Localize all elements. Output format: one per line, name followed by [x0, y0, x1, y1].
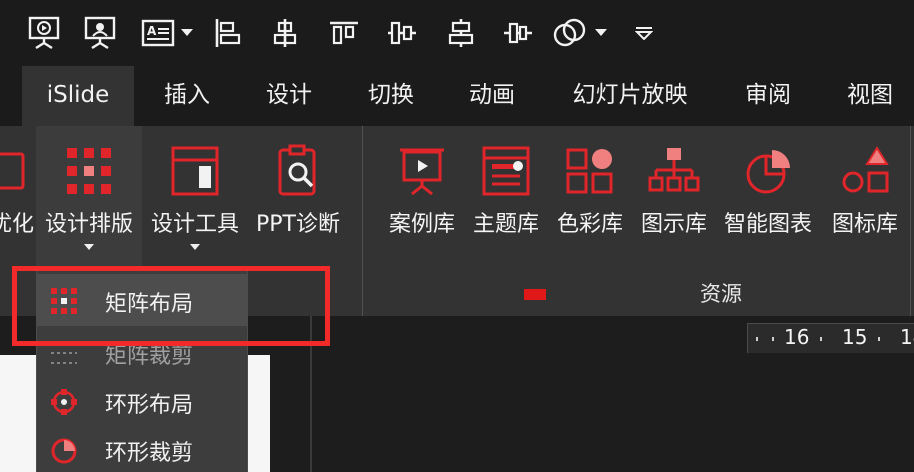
grid-layout-icon — [36, 142, 142, 200]
ruler-tick — [878, 337, 880, 341]
diagnosis-magnifier-icon — [250, 142, 346, 200]
menu-item-label: 环形布局 — [105, 393, 194, 418]
ppt-diagnosis-button[interactable]: PPT诊断 — [250, 126, 346, 256]
case-library-icon — [382, 142, 462, 200]
tab-design[interactable]: 设计 — [252, 66, 326, 126]
optimize-button[interactable]: 优化 — [0, 126, 34, 256]
tab-slideshow[interactable]: 幻灯片放映 — [558, 66, 702, 126]
align-center-icon[interactable] — [268, 14, 302, 52]
tab-view[interactable]: 视图 — [834, 66, 906, 126]
org-chart-icon — [634, 142, 714, 200]
optimize-label: 优化 — [0, 212, 34, 237]
align-middle-icon[interactable] — [384, 14, 420, 52]
svg-text:A: A — [147, 24, 157, 38]
shapes-icon — [824, 142, 906, 200]
dropdown-caret-icon[interactable] — [592, 14, 610, 52]
dropdown-caret-icon[interactable] — [178, 14, 196, 52]
chevron-down-icon — [146, 244, 244, 251]
tab-islide[interactable]: iSlide — [22, 66, 134, 126]
menu-item-ring-crop[interactable]: 环形裁剪 — [37, 423, 247, 472]
case-library-button[interactable]: 案例库 — [382, 126, 462, 256]
design-tools-label: 设计工具 — [150, 212, 239, 237]
theme-library-button[interactable]: 主题库 — [466, 126, 546, 256]
highlight-annotation-box — [12, 266, 330, 346]
ruler-label: 14 — [900, 325, 914, 349]
color-library-icon — [550, 142, 630, 200]
group-separator — [362, 126, 363, 316]
menu-item-label: 环形裁剪 — [105, 441, 194, 466]
distribute-vertical-icon[interactable] — [444, 14, 478, 52]
tab-animations[interactable]: 动画 — [455, 66, 529, 126]
group-separator — [910, 126, 911, 316]
tab-transitions[interactable]: 切换 — [354, 66, 428, 126]
theme-library-icon — [466, 142, 546, 200]
quick-access-toolbar: A — [0, 0, 914, 66]
ruler-tick — [756, 337, 758, 341]
design-layout-label: 设计排版 — [44, 212, 133, 237]
horizontal-ruler: 16 15 14 — [747, 323, 914, 353]
ppt-diagnosis-label: PPT诊断 — [256, 212, 340, 237]
chevron-down-icon — [36, 244, 142, 251]
align-left-icon[interactable] — [210, 14, 244, 52]
color-library-button[interactable]: 色彩库 — [550, 126, 630, 256]
design-tools-button[interactable]: 设计工具 — [146, 126, 244, 256]
align-top-icon[interactable] — [326, 14, 362, 52]
ruler-tick — [772, 337, 774, 341]
distribute-horizontal-icon[interactable] — [500, 14, 536, 52]
color-library-label: 色彩库 — [556, 212, 623, 237]
theme-library-label: 主题库 — [472, 212, 539, 237]
customize-toolbar-icon[interactable] — [630, 14, 658, 52]
design-layout-button[interactable]: 设计排版 — [36, 126, 142, 256]
resources-group-swatch — [524, 289, 546, 300]
tab-insert[interactable]: 插入 — [150, 66, 224, 126]
ruler-tick — [820, 337, 822, 341]
present-icon[interactable] — [80, 14, 120, 52]
smart-chart-button[interactable]: 智能图表 — [716, 126, 820, 256]
diagram-library-label: 图示库 — [640, 212, 707, 237]
ring-layout-icon — [51, 389, 77, 415]
ruler-label: 15 — [842, 325, 868, 349]
play-from-start-icon[interactable] — [24, 14, 64, 52]
smart-chart-label: 智能图表 — [723, 212, 812, 237]
text-box-icon[interactable]: A — [140, 14, 176, 52]
ribbon-tabs: iSlide 插入 设计 切换 动画 幻灯片放映 审阅 视图 — [0, 66, 914, 126]
menu-item-ring-layout[interactable]: 环形布局 — [37, 375, 247, 427]
merge-shapes-icon[interactable] — [550, 14, 590, 52]
ring-crop-icon — [51, 438, 77, 464]
icon-library-button[interactable]: 图标库 — [824, 126, 906, 256]
ruler-label: 16 — [784, 325, 810, 349]
case-library-label: 案例库 — [388, 212, 455, 237]
tab-review[interactable]: 审阅 — [732, 66, 804, 126]
design-tools-icon — [146, 142, 244, 200]
icon-library-label: 图标库 — [831, 212, 898, 237]
pie-chart-icon — [716, 142, 820, 200]
optimize-icon — [0, 142, 34, 200]
diagram-library-button[interactable]: 图示库 — [634, 126, 714, 256]
resources-group-label: 资源 — [700, 282, 742, 306]
